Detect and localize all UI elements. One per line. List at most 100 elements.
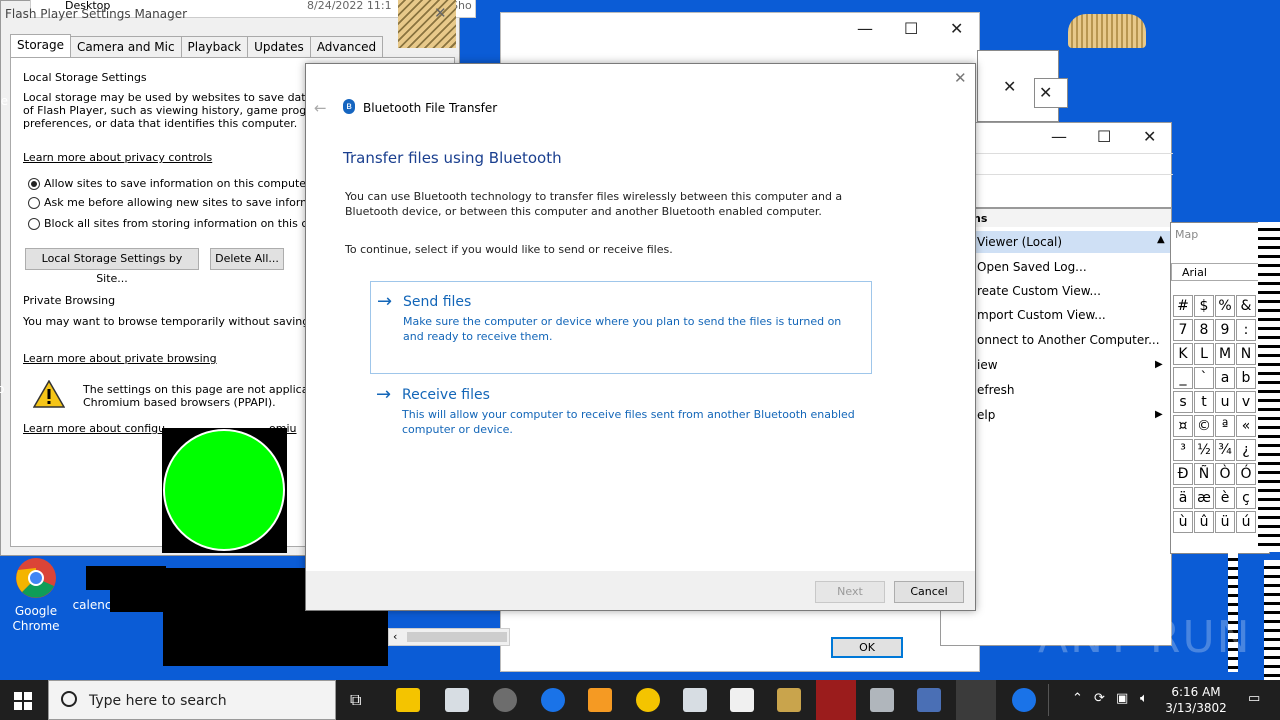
menu-view[interactable]: iew bbox=[977, 358, 998, 372]
character-cell[interactable]: t bbox=[1194, 391, 1214, 413]
character-cell[interactable]: Ò bbox=[1215, 463, 1235, 485]
character-cell[interactable]: ³ bbox=[1173, 439, 1193, 461]
scroll-left-icon[interactable]: ‹ bbox=[393, 630, 397, 643]
character-cell[interactable]: M bbox=[1215, 343, 1235, 365]
taskbar-app-media[interactable] bbox=[493, 688, 517, 712]
character-cell[interactable]: Ð bbox=[1173, 463, 1193, 485]
clock[interactable]: 6:16 AM 3/13/3802 bbox=[1160, 684, 1232, 716]
collapse-icon[interactable]: ▲ bbox=[1157, 234, 1165, 245]
radio-block[interactable] bbox=[28, 218, 40, 230]
character-cell[interactable]: Ñ bbox=[1194, 463, 1214, 485]
taskbar-app-keyhole[interactable] bbox=[396, 688, 420, 712]
taskbar-app-window[interactable] bbox=[445, 688, 469, 712]
back-arrow-icon[interactable]: ← bbox=[314, 99, 327, 117]
menu-import-custom-view[interactable]: mport Custom View... bbox=[977, 308, 1106, 322]
next-button[interactable]: Next bbox=[815, 581, 885, 603]
character-cell[interactable]: _ bbox=[1173, 367, 1193, 389]
menu-connect-computer[interactable]: onnect to Another Computer... bbox=[977, 333, 1160, 347]
character-cell[interactable]: % bbox=[1215, 295, 1235, 317]
send-files-option[interactable]: → Send files Make sure the computer or d… bbox=[370, 281, 872, 374]
character-cell[interactable]: ü bbox=[1215, 511, 1235, 533]
character-cell[interactable]: û bbox=[1194, 511, 1214, 533]
character-cell[interactable]: & bbox=[1236, 295, 1256, 317]
taskbar-app-flash[interactable] bbox=[816, 680, 856, 720]
taskbar-app-pen[interactable] bbox=[730, 688, 754, 712]
menu-create-custom-view[interactable]: reate Custom View... bbox=[977, 284, 1101, 298]
character-cell[interactable]: ` bbox=[1194, 367, 1214, 389]
character-cell[interactable]: © bbox=[1194, 415, 1214, 437]
character-cell[interactable]: v bbox=[1236, 391, 1256, 413]
storage-by-site-button[interactable]: Local Storage Settings by Site... bbox=[25, 248, 199, 285]
character-cell[interactable]: ¾ bbox=[1215, 439, 1235, 461]
character-cell[interactable]: K bbox=[1173, 343, 1193, 365]
chevron-up-icon[interactable]: ⌃ bbox=[1072, 691, 1083, 706]
taskbar-app-box[interactable] bbox=[870, 688, 894, 712]
privacy-link[interactable]: Learn more about privacy controls bbox=[23, 151, 212, 164]
actions-selected[interactable]: Viewer (Local) ▲ bbox=[973, 231, 1171, 253]
menu-refresh[interactable]: efresh bbox=[977, 383, 1015, 397]
radio-ask[interactable] bbox=[28, 197, 40, 209]
character-cell[interactable]: è bbox=[1215, 487, 1235, 509]
private-link[interactable]: Learn more about private browsing bbox=[23, 352, 217, 365]
character-cell[interactable]: s bbox=[1173, 391, 1193, 413]
character-cell[interactable]: ¤ bbox=[1173, 415, 1193, 437]
receive-files-option[interactable]: → Receive files This will allow your com… bbox=[370, 375, 872, 468]
taskbar-app-bluetooth[interactable] bbox=[1012, 688, 1036, 712]
maximize-icon[interactable]: ☐ bbox=[904, 19, 918, 38]
character-cell[interactable]: N bbox=[1236, 343, 1256, 365]
character-cell[interactable]: « bbox=[1236, 415, 1256, 437]
character-cell[interactable]: ª bbox=[1215, 415, 1235, 437]
taskbar-app-doc[interactable] bbox=[777, 688, 801, 712]
menu-help[interactable]: elp bbox=[977, 408, 995, 422]
tab-storage[interactable]: Storage bbox=[10, 34, 71, 58]
close-icon[interactable]: ✕ bbox=[950, 19, 963, 38]
close-icon[interactable]: ✕ bbox=[1039, 83, 1052, 102]
character-cell[interactable]: a bbox=[1215, 367, 1235, 389]
network-icon[interactable]: ▣ bbox=[1116, 691, 1128, 706]
character-cell[interactable]: Ó bbox=[1236, 463, 1256, 485]
minimize-icon[interactable]: — bbox=[857, 19, 873, 38]
scroll-thumb[interactable] bbox=[407, 632, 507, 642]
taskbar-app-triangle[interactable] bbox=[917, 688, 941, 712]
taskbar-app-xcancel[interactable] bbox=[636, 688, 660, 712]
close-icon[interactable]: ✕ bbox=[1143, 127, 1156, 146]
radio-allow[interactable] bbox=[28, 178, 40, 190]
character-cell[interactable]: $ bbox=[1194, 295, 1214, 317]
maximize-icon[interactable]: ☐ bbox=[1097, 127, 1111, 146]
font-select[interactable]: Arial bbox=[1171, 263, 1269, 281]
start-button[interactable] bbox=[14, 692, 32, 710]
character-cell[interactable]: L bbox=[1194, 343, 1214, 365]
volume-icon[interactable]: 🔈︎ bbox=[1140, 691, 1148, 706]
close-icon[interactable]: ✕ bbox=[1003, 77, 1016, 96]
character-cell[interactable]: ç bbox=[1236, 487, 1256, 509]
notification-icon[interactable]: ▭ bbox=[1248, 691, 1260, 706]
delete-all-button[interactable]: Delete All... bbox=[210, 248, 284, 270]
close-icon[interactable]: ✕ bbox=[954, 69, 967, 87]
minimize-icon[interactable]: — bbox=[1051, 127, 1067, 146]
character-cell[interactable]: æ bbox=[1194, 487, 1214, 509]
ok-button[interactable]: OK bbox=[831, 637, 903, 658]
menu-open-saved-log[interactable]: Open Saved Log... bbox=[977, 260, 1087, 274]
character-cell[interactable]: b bbox=[1236, 367, 1256, 389]
tab-advanced[interactable]: Advanced bbox=[309, 36, 384, 58]
character-cell[interactable]: 9 bbox=[1215, 319, 1235, 341]
character-cell[interactable]: 8 bbox=[1194, 319, 1214, 341]
taskbar-app-info[interactable] bbox=[541, 688, 565, 712]
character-cell[interactable]: ½ bbox=[1194, 439, 1214, 461]
character-cell[interactable]: ú bbox=[1236, 511, 1256, 533]
task-view-icon[interactable]: ⧉ bbox=[350, 690, 361, 710]
tab-camera-mic[interactable]: Camera and Mic bbox=[69, 36, 182, 58]
character-cell[interactable]: : bbox=[1236, 319, 1256, 341]
cancel-button[interactable]: Cancel bbox=[894, 581, 964, 603]
character-cell[interactable]: ä bbox=[1173, 487, 1193, 509]
taskbar-app-window2[interactable] bbox=[683, 688, 707, 712]
tab-playback[interactable]: Playback bbox=[180, 36, 249, 58]
character-cell[interactable]: ¿ bbox=[1236, 439, 1256, 461]
taskbar-search[interactable]: Type here to search bbox=[48, 680, 336, 720]
character-cell[interactable]: 7 bbox=[1173, 319, 1193, 341]
close-icon[interactable]: ✕ bbox=[434, 4, 447, 22]
configure-link[interactable]: Learn more about configu bbox=[23, 422, 165, 435]
character-cell[interactable]: # bbox=[1173, 295, 1193, 317]
taskbar-app-slides[interactable] bbox=[588, 688, 612, 712]
desktop-icon-chrome[interactable]: Google Chrome bbox=[1, 556, 71, 634]
